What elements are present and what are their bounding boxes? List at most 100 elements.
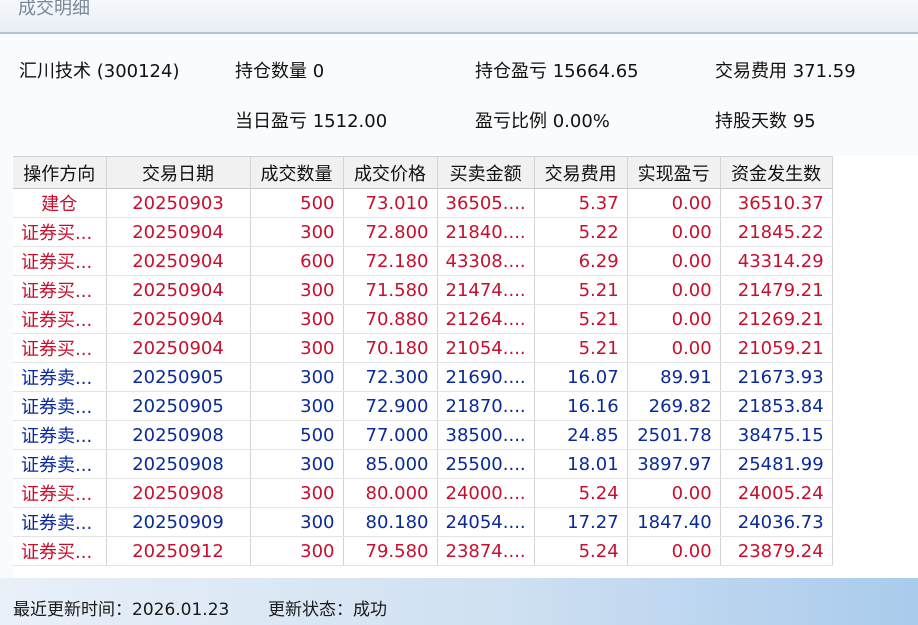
table-row[interactable]: 证券买... 20250904 300 70.880 21264.... 5.21 0.00… bbox=[13, 304, 833, 334]
table-cell: 证券买... bbox=[13, 275, 107, 305]
table-cell: 70.180 bbox=[343, 333, 438, 363]
table-cell: 证券买... bbox=[13, 536, 107, 566]
table-cell: 0.00 bbox=[627, 217, 721, 247]
table-cell: 证券卖... bbox=[13, 507, 107, 537]
table-cell: 20250904 bbox=[106, 217, 251, 247]
table-cell: 70.880 bbox=[343, 304, 438, 334]
table-cell: 5.21 bbox=[534, 304, 628, 334]
table-cell: 20250904 bbox=[106, 333, 251, 363]
table-cell: 38500.... bbox=[437, 420, 535, 450]
table-cell: 证券买... bbox=[13, 304, 107, 334]
table-cell: 24054.... bbox=[437, 507, 535, 537]
table-cell: 20250908 bbox=[106, 478, 251, 508]
table-cell: 5.21 bbox=[534, 275, 628, 305]
table-cell: 3897.97 bbox=[627, 449, 721, 479]
column-header[interactable]: 买卖金额 bbox=[437, 156, 535, 189]
table-cell: 20250903 bbox=[106, 188, 251, 218]
table-cell: 0.00 bbox=[627, 333, 721, 363]
table-cell: 1847.40 bbox=[627, 507, 721, 537]
trade-detail-table-container: 操作方向 交易日期 成交数量 成交价格 买卖金额 交易费用 实现盈亏 资金发生数 建仓 2025… bbox=[13, 156, 918, 578]
table-row[interactable]: 证券卖... 20250909 300 80.180 24054.... 17.27 184… bbox=[13, 507, 833, 537]
status-bar: 最近更新时间：2026.01.23 更新状态：成功 bbox=[0, 578, 918, 625]
table-cell: 21054.... bbox=[437, 333, 535, 363]
table-cell: 建仓 bbox=[13, 188, 107, 218]
position-pnl: 持仓盈亏 15664.65 bbox=[475, 61, 639, 82]
table-cell: 21479.21 bbox=[720, 275, 833, 305]
column-header[interactable]: 操作方向 bbox=[13, 156, 107, 189]
left-margin bbox=[0, 156, 13, 578]
table-cell: 77.000 bbox=[343, 420, 438, 450]
table-cell: 24005.24 bbox=[720, 478, 833, 508]
table-row[interactable]: 证券卖... 20250908 300 85.000 25500.... 18.01 389… bbox=[13, 449, 833, 479]
table-row[interactable]: 证券买... 20250904 300 71.580 21474.... 5.21 0.00… bbox=[13, 275, 833, 305]
table-cell: 72.300 bbox=[343, 362, 438, 392]
trade-detail-table: 操作方向 交易日期 成交数量 成交价格 买卖金额 交易费用 实现盈亏 资金发生数 建仓 2025… bbox=[13, 156, 833, 566]
table-cell: 85.000 bbox=[343, 449, 438, 479]
table-cell: 300 bbox=[250, 333, 344, 363]
table-cell: 21840.... bbox=[437, 217, 535, 247]
column-header[interactable]: 资金发生数 bbox=[720, 156, 833, 189]
table-cell: 5.24 bbox=[534, 478, 628, 508]
table-cell: 71.580 bbox=[343, 275, 438, 305]
table-cell: 5.37 bbox=[534, 188, 628, 218]
column-header[interactable]: 成交价格 bbox=[343, 156, 438, 189]
table-cell: 6.29 bbox=[534, 246, 628, 276]
table-cell: 20250904 bbox=[106, 275, 251, 305]
table-cell: 5.24 bbox=[534, 536, 628, 566]
table-cell: 43314.29 bbox=[720, 246, 833, 276]
summary-panel: 汇川技术 (300124) 持仓数量 0 持仓盈亏 15664.65 交易费用 … bbox=[0, 34, 918, 156]
table-cell: 21845.22 bbox=[720, 217, 833, 247]
table-row[interactable]: 证券卖... 20250905 300 72.300 21690.... 16.07 89.… bbox=[13, 362, 833, 392]
table-cell: 21853.84 bbox=[720, 391, 833, 421]
table-cell: 证券卖... bbox=[13, 449, 107, 479]
table-row[interactable]: 证券卖... 20250908 500 77.000 38500.... 24.85 250… bbox=[13, 420, 833, 450]
table-cell: 20250908 bbox=[106, 420, 251, 450]
table-row[interactable]: 证券买... 20250908 300 80.000 24000.... 5.24 0.00… bbox=[13, 478, 833, 508]
table-cell: 20250904 bbox=[106, 304, 251, 334]
table-row[interactable]: 证券买... 20250904 300 70.180 21054.... 5.21 0.00… bbox=[13, 333, 833, 363]
table-cell: 证券买... bbox=[13, 478, 107, 508]
table-cell: 5.22 bbox=[534, 217, 628, 247]
table-cell: 600 bbox=[250, 246, 344, 276]
table-cell: 21673.93 bbox=[720, 362, 833, 392]
table-cell: 证券卖... bbox=[13, 362, 107, 392]
column-header[interactable]: 交易费用 bbox=[534, 156, 628, 189]
column-header[interactable]: 实现盈亏 bbox=[627, 156, 721, 189]
update-state: 更新状态：成功 bbox=[268, 600, 387, 620]
table-row[interactable]: 证券卖... 20250905 300 72.900 21870.... 16.16 269… bbox=[13, 391, 833, 421]
table-row[interactable]: 证券买... 20250912 300 79.580 23874.... 5.24 0.00… bbox=[13, 536, 833, 566]
table-cell: 21690.... bbox=[437, 362, 535, 392]
last-update-time: 最近更新时间：2026.01.23 bbox=[13, 600, 230, 620]
table-cell: 20250912 bbox=[106, 536, 251, 566]
table-cell: 5.21 bbox=[534, 333, 628, 363]
table-cell: 269.82 bbox=[627, 391, 721, 421]
table-row[interactable]: 建仓 20250903 500 73.010 36505.... 5.37 0.00 3651… bbox=[13, 188, 833, 218]
window-title: 成交明细 bbox=[18, 0, 90, 19]
table-cell: 80.000 bbox=[343, 478, 438, 508]
table-cell: 证券买... bbox=[13, 217, 107, 247]
table-cell: 16.07 bbox=[534, 362, 628, 392]
table-cell: 300 bbox=[250, 362, 344, 392]
table-cell: 证券买... bbox=[13, 333, 107, 363]
table-cell: 21474.... bbox=[437, 275, 535, 305]
table-cell: 0.00 bbox=[627, 188, 721, 218]
stock-name: 汇川技术 (300124) bbox=[19, 61, 180, 82]
table-cell: 0.00 bbox=[627, 478, 721, 508]
table-cell: 24.85 bbox=[534, 420, 628, 450]
table-row[interactable]: 证券买... 20250904 300 72.800 21840.... 5.22 0.00… bbox=[13, 217, 833, 247]
table-cell: 500 bbox=[250, 420, 344, 450]
title-bar: 成交明细 bbox=[0, 0, 918, 34]
column-header[interactable]: 成交数量 bbox=[250, 156, 344, 189]
table-cell: 0.00 bbox=[627, 275, 721, 305]
table-cell: 25500.... bbox=[437, 449, 535, 479]
table-cell: 73.010 bbox=[343, 188, 438, 218]
table-cell: 20250908 bbox=[106, 449, 251, 479]
trade-fee-total: 交易费用 371.59 bbox=[715, 61, 856, 82]
table-cell: 16.16 bbox=[534, 391, 628, 421]
table-cell: 21870.... bbox=[437, 391, 535, 421]
position-quantity: 持仓数量 0 bbox=[235, 61, 325, 82]
table-row[interactable]: 证券买... 20250904 600 72.180 43308.... 6.29 0.00… bbox=[13, 246, 833, 276]
column-header[interactable]: 交易日期 bbox=[106, 156, 251, 189]
table-cell: 80.180 bbox=[343, 507, 438, 537]
table-cell: 2501.78 bbox=[627, 420, 721, 450]
